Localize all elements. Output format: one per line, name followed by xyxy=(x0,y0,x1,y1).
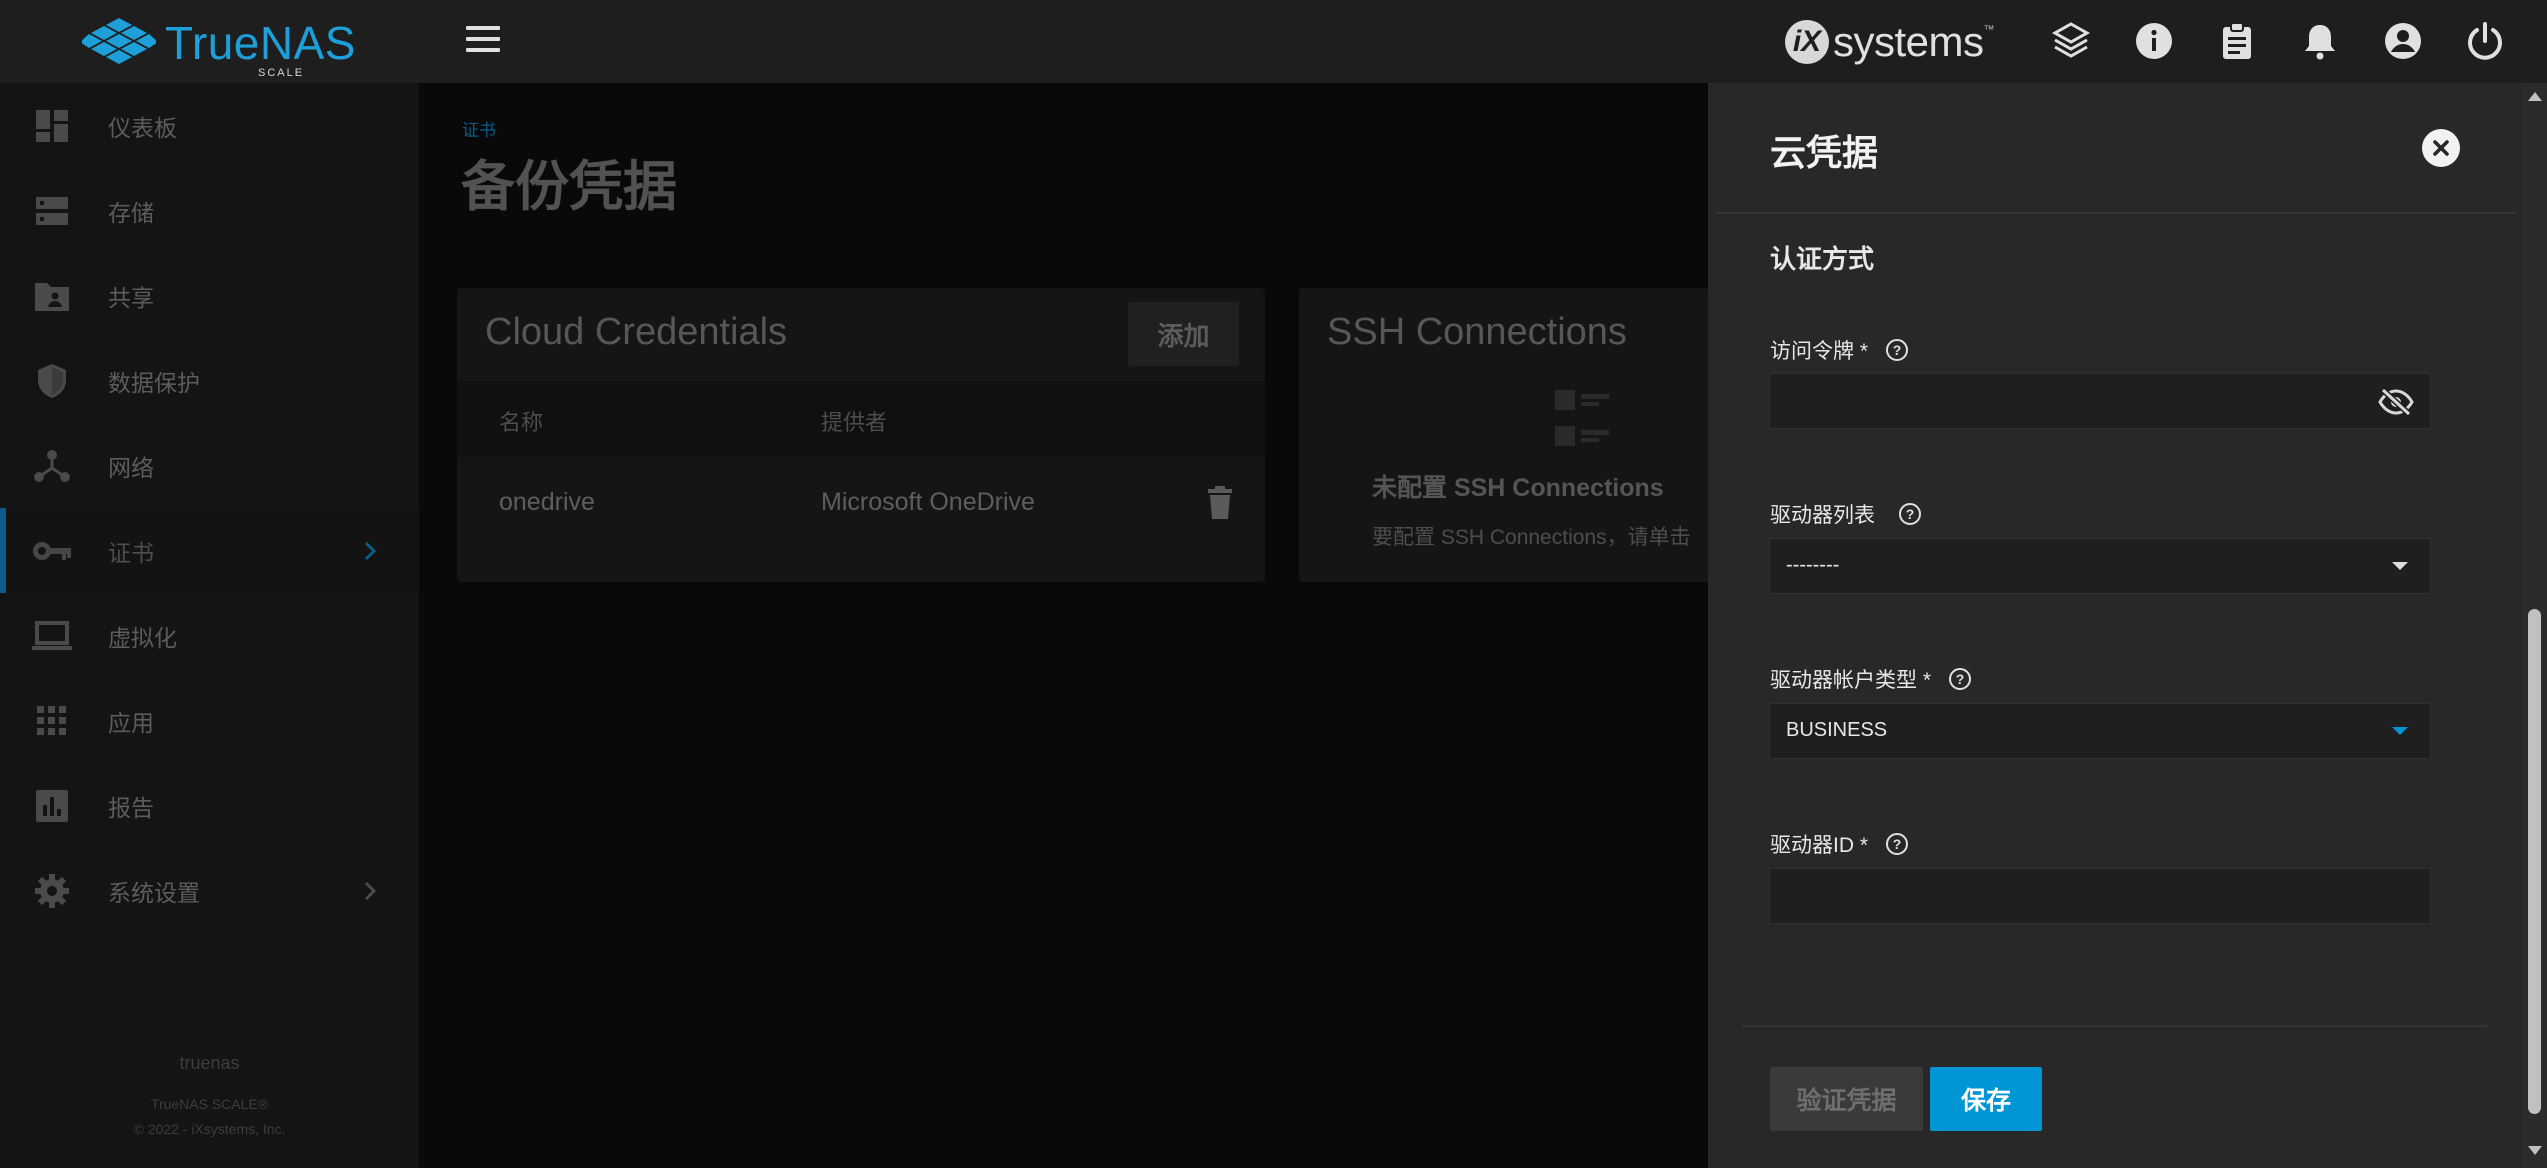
network-icon xyxy=(32,446,72,486)
panel-footer-divider xyxy=(1742,1025,2487,1027)
panel-title: 云凭据 xyxy=(1770,132,1879,173)
dropdown-arrow-icon xyxy=(2392,562,2408,570)
sidebar-item-label: 虚拟化 xyxy=(108,624,177,651)
key-icon xyxy=(32,531,72,571)
drive-account-type-label: 驱动器帐户类型 * ? xyxy=(1770,664,1972,694)
scroll-down-arrow-icon[interactable] xyxy=(2528,1146,2542,1155)
menu-toggle-icon[interactable] xyxy=(466,26,500,56)
drive-id-field[interactable] xyxy=(1769,868,2431,924)
column-header-name[interactable]: 名称 xyxy=(499,405,543,437)
chart-icon xyxy=(32,786,72,826)
help-icon[interactable]: ? xyxy=(1886,833,1909,855)
access-token-field[interactable] xyxy=(1769,373,2431,429)
sidebar-item-apps[interactable]: 应用 xyxy=(0,678,419,763)
chevron-right-icon xyxy=(364,541,377,560)
clipboard-icon[interactable] xyxy=(2214,18,2260,64)
info-icon[interactable] xyxy=(2131,18,2177,64)
help-icon[interactable]: ? xyxy=(1899,503,1921,525)
sidebar-item-shares[interactable]: 共享 xyxy=(0,253,419,338)
help-icon[interactable]: ? xyxy=(1949,668,1972,690)
dashboard-icon xyxy=(32,106,72,146)
delete-icon[interactable] xyxy=(1205,486,1235,520)
selected-value: -------- xyxy=(1786,554,1840,576)
sidebar-item-credentials[interactable]: 证书 xyxy=(0,508,419,593)
laptop-icon xyxy=(32,616,72,656)
access-token-input[interactable] xyxy=(1770,374,2430,428)
dropdown-arrow-icon xyxy=(2392,727,2408,735)
main-content xyxy=(419,83,1709,1168)
top-bar: TrueNAS SCALE iX systems ™ xyxy=(0,0,2547,84)
sidebar-item-storage[interactable]: 存储 xyxy=(0,168,419,253)
truenas-logo[interactable]: TrueNAS SCALE xyxy=(82,14,355,79)
empty-state-title: 未配置 SSH Connections xyxy=(1372,474,1664,502)
access-token-label: 访问令牌 * ? xyxy=(1770,335,1909,365)
sidebar-item-reporting[interactable]: 报告 xyxy=(0,763,419,848)
ixsystems-logo[interactable]: iX systems ™ xyxy=(1785,14,1995,70)
footer-copyright: © 2022 - iXsystems, Inc. xyxy=(133,1121,286,1137)
vendor-name: systems xyxy=(1833,18,1984,65)
empty-state-text: 要配置 SSH Connections，请单击 xyxy=(1372,526,1691,549)
drive-id-label: 驱动器ID * ? xyxy=(1770,829,1909,859)
empty-list-icon xyxy=(1555,390,1609,446)
add-cloud-credential-button[interactable]: 添加 xyxy=(1128,302,1239,366)
page-title: 备份凭据 xyxy=(461,157,677,217)
sidebar-item-label: 系统设置 xyxy=(108,879,200,906)
storage-icon xyxy=(32,191,72,231)
logo-subtitle: SCALE xyxy=(258,67,305,79)
section-title: 认证方式 xyxy=(1770,244,1875,274)
visibility-off-icon[interactable] xyxy=(2378,388,2414,416)
verify-credential-button[interactable]: 验证凭据 xyxy=(1770,1067,1923,1131)
sidebar-item-virtualization[interactable]: 虚拟化 xyxy=(0,593,419,678)
row-name: onedrive xyxy=(499,488,595,516)
footer-product: TrueNAS SCALE® xyxy=(150,1096,269,1112)
sidebar-item-label: 证书 xyxy=(108,539,154,566)
sidebar-item-label: 报告 xyxy=(108,794,154,821)
close-icon xyxy=(2433,140,2449,156)
truenas-logo-icon xyxy=(82,18,156,64)
sidebar-item-system-settings[interactable]: 系统设置 xyxy=(0,848,419,933)
sidebar-item-dashboard[interactable]: 仪表板 xyxy=(0,83,419,168)
apps-grid-icon xyxy=(32,701,72,741)
sidebar-item-label: 网络 xyxy=(108,454,154,481)
sidebar-item-label: 共享 xyxy=(108,284,154,311)
folder-share-icon xyxy=(32,276,72,316)
shield-icon xyxy=(32,361,72,401)
selected-value: BUSINESS xyxy=(1786,719,1888,741)
column-header-provider[interactable]: 提供者 xyxy=(821,405,887,437)
panel-header-divider xyxy=(1716,212,2516,214)
close-panel-button[interactable] xyxy=(2422,129,2460,167)
hostname: truenas xyxy=(179,1053,240,1073)
sidebar-item-data-protection[interactable]: 数据保护 xyxy=(0,338,419,423)
drives-list-select[interactable]: -------- xyxy=(1769,538,2431,594)
sidebar-item-label: 存储 xyxy=(108,199,154,226)
notifications-bell-icon[interactable] xyxy=(2297,18,2343,64)
truecommand-icon[interactable] xyxy=(2048,18,2094,64)
drive-account-type-select[interactable]: BUSINESS xyxy=(1769,703,2431,759)
power-icon[interactable] xyxy=(2462,18,2508,64)
drive-id-input[interactable] xyxy=(1770,869,2430,923)
card-title: Cloud Credentials xyxy=(485,311,788,353)
breadcrumb[interactable]: 证书 xyxy=(462,116,496,141)
sidebar-item-label: 应用 xyxy=(108,709,154,736)
gear-icon xyxy=(32,871,72,911)
ix-mark: iX xyxy=(1785,20,1829,64)
scrollbar-thumb[interactable] xyxy=(2528,609,2541,1114)
card-title: SSH Connections xyxy=(1327,311,1627,353)
scroll-up-arrow-icon[interactable] xyxy=(2528,92,2542,101)
logo-text: TrueNAS xyxy=(165,17,356,69)
sidebar-item-label: 数据保护 xyxy=(108,369,200,396)
sidebar-item-network[interactable]: 网络 xyxy=(0,423,419,508)
chevron-right-icon xyxy=(364,881,377,900)
sidebar-item-label: 仪表板 xyxy=(108,114,177,141)
save-button[interactable]: 保存 xyxy=(1930,1067,2042,1131)
help-icon[interactable]: ? xyxy=(1886,339,1909,361)
account-icon[interactable] xyxy=(2380,18,2426,64)
sidebar: 仪表板 存储 共享 数据保护 网络 证书 虚拟化 应用 报告 系统设置 true… xyxy=(0,83,419,1168)
row-provider: Microsoft OneDrive xyxy=(821,488,1035,516)
drives-list-label: 驱动器列表 ? xyxy=(1770,499,1921,529)
